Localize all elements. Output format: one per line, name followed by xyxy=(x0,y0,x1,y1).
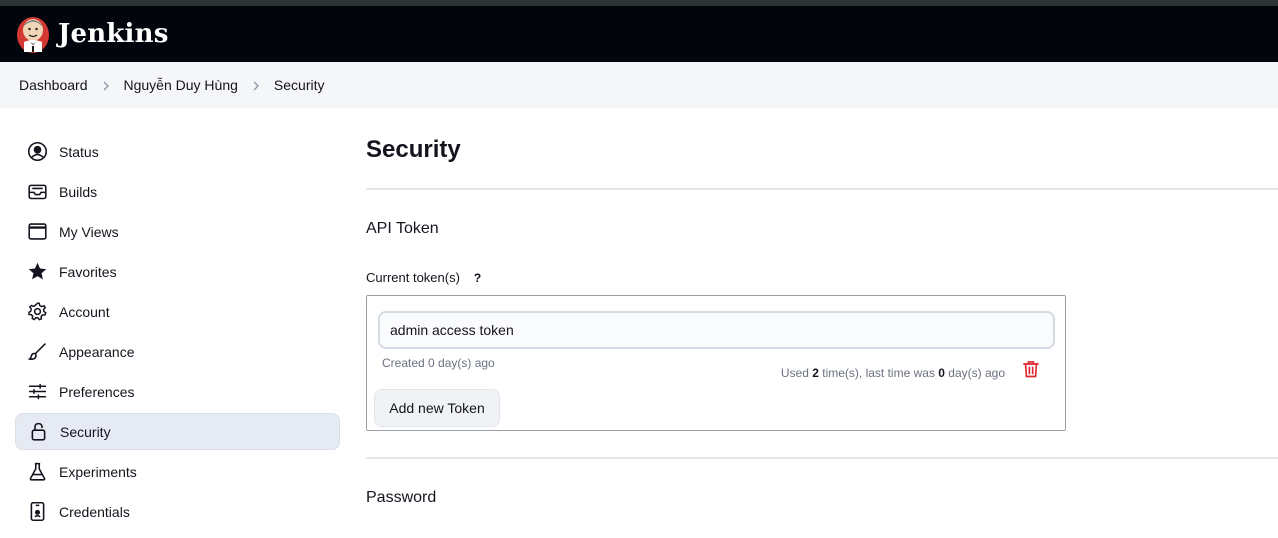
add-new-token-button[interactable]: Add new Token xyxy=(374,389,500,427)
flask-icon xyxy=(26,461,48,483)
breadcrumb-separator-icon xyxy=(88,77,124,93)
token-created-date: Created 0 day(s) ago xyxy=(382,356,495,370)
token-usage-days: 0 xyxy=(938,366,945,380)
star-icon xyxy=(26,261,48,283)
token-name-input[interactable] xyxy=(378,311,1055,349)
current-tokens-label-text: Current token(s) xyxy=(366,270,460,285)
user-circle-icon xyxy=(26,141,48,163)
token-usage-info: Used 2 time(s), last time was 0 day(s) a… xyxy=(781,366,1005,380)
home-link[interactable]: Jenkins xyxy=(16,12,169,56)
sidebar-item-label: Appearance xyxy=(59,343,135,360)
current-tokens-label: Current token(s) ? xyxy=(366,270,481,285)
breadcrumb-separator-icon xyxy=(238,77,274,93)
sidebar-item-my-views[interactable]: My Views xyxy=(15,213,340,250)
token-usage-count: 2 xyxy=(812,366,819,380)
brush-icon xyxy=(26,341,48,363)
sidebar-item-builds[interactable]: Builds xyxy=(15,173,340,210)
breadcrumb-user[interactable]: Nguyễn Duy Hùng xyxy=(124,77,238,93)
sidebar-item-label: Builds xyxy=(59,183,98,200)
token-usage-mid: time(s), last time was xyxy=(818,366,939,380)
sidebar-item-label: Favorites xyxy=(59,263,117,280)
page-header: Jenkins xyxy=(0,6,1278,62)
delete-token-trash-icon[interactable] xyxy=(1021,359,1041,379)
divider xyxy=(366,188,1278,190)
sidebar-item-preferences[interactable]: Preferences xyxy=(15,373,340,410)
breadcrumb-security[interactable]: Security xyxy=(274,77,325,93)
gear-icon xyxy=(26,301,48,323)
token-usage-prefix: Used xyxy=(780,366,813,380)
token-list: Created 0 day(s) ago Used 2 time(s), las… xyxy=(366,295,1066,431)
sidebar-item-credentials[interactable]: Credentials xyxy=(15,493,340,530)
sliders-icon xyxy=(26,381,48,403)
breadcrumb: Dashboard Nguyễn Duy Hùng Security xyxy=(0,62,1278,108)
id-card-icon xyxy=(26,501,48,523)
brand-name: Jenkins xyxy=(58,19,169,49)
sidebar-item-label: Preferences xyxy=(59,383,135,400)
api-token-section-title: API Token xyxy=(366,220,439,237)
sidebar-item-label: Credentials xyxy=(59,503,130,520)
sidebar-item-label: Security xyxy=(60,423,111,440)
token-usage-suffix: day(s) ago xyxy=(944,366,1005,380)
sidebar: Status Builds My Views Favorites Account… xyxy=(15,133,340,533)
divider xyxy=(366,457,1278,459)
sidebar-item-status[interactable]: Status xyxy=(15,133,340,170)
sidebar-item-appearance[interactable]: Appearance xyxy=(15,333,340,370)
sidebar-item-experiments[interactable]: Experiments xyxy=(15,453,340,490)
help-icon[interactable]: ? xyxy=(474,271,481,285)
inbox-icon xyxy=(26,181,48,203)
password-section-title: Password xyxy=(366,489,437,506)
lock-icon xyxy=(27,421,49,443)
sidebar-item-label: Experiments xyxy=(59,463,137,480)
sidebar-item-label: Account xyxy=(59,303,110,320)
page-title: Security xyxy=(366,136,461,163)
sidebar-item-label: Status xyxy=(59,143,99,160)
sidebar-item-security[interactable]: Security xyxy=(15,413,340,450)
window-icon xyxy=(26,221,48,243)
breadcrumb-dashboard[interactable]: Dashboard xyxy=(19,77,88,93)
sidebar-item-account[interactable]: Account xyxy=(15,293,340,330)
jenkins-butler-icon xyxy=(17,17,49,53)
sidebar-item-favorites[interactable]: Favorites xyxy=(15,253,340,290)
sidebar-item-label: My Views xyxy=(59,223,119,240)
